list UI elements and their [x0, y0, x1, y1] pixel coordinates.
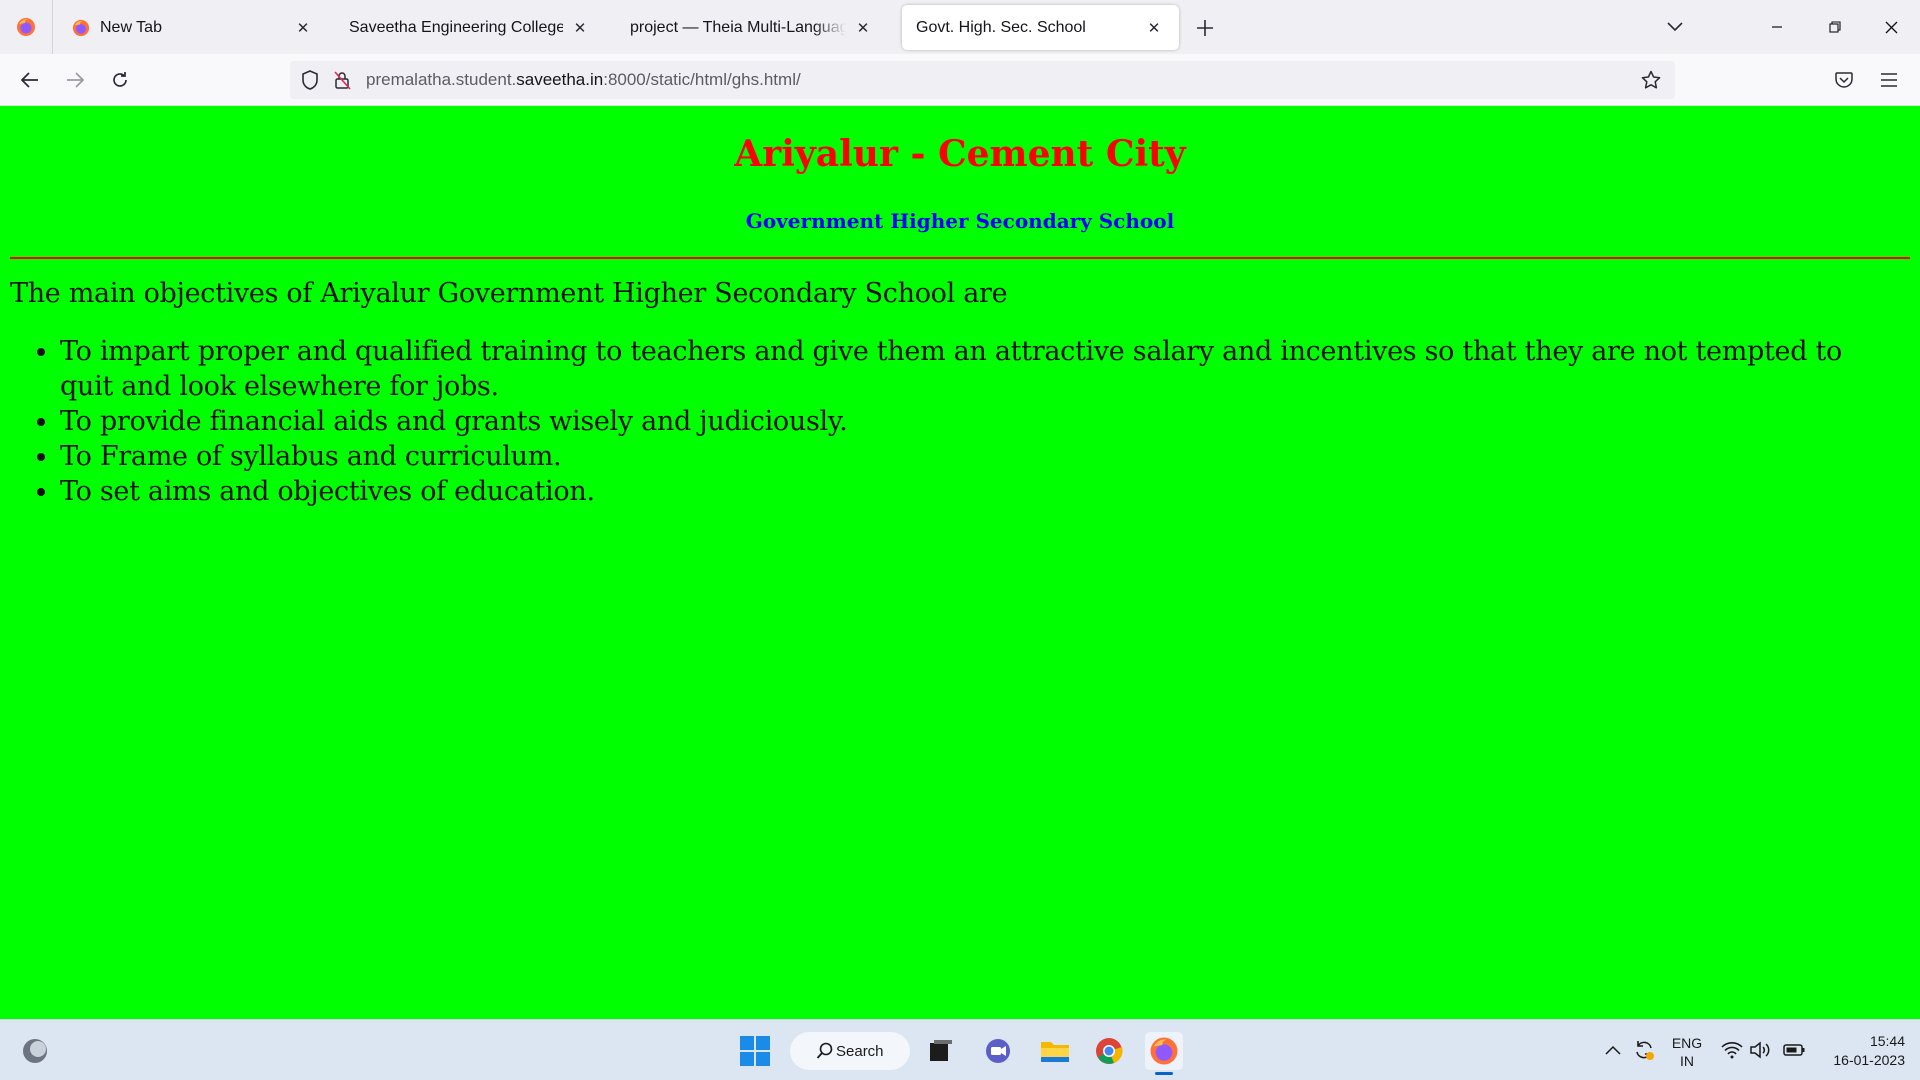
close-window-button[interactable]: [1868, 0, 1914, 54]
speaker-icon: [1750, 1041, 1770, 1059]
intro-text: The main objectives of Ariyalur Governme…: [10, 278, 1008, 309]
site-security-button[interactable]: [326, 64, 358, 96]
url-bar[interactable]: premalatha.student.saveetha.in:8000/stat…: [290, 61, 1675, 99]
reload-button[interactable]: [104, 64, 136, 96]
navigation-toolbar: premalatha.student.saveetha.in:8000/stat…: [0, 54, 1920, 106]
page-subtitle: Government Higher Secondary School: [745, 209, 1175, 233]
clock-date: 16-01-2023: [1833, 1052, 1905, 1068]
forward-button[interactable]: [59, 64, 91, 96]
tab-strip: New Tab ✕ Saveetha Engineering College ✕…: [0, 0, 1920, 54]
search-icon: [816, 1042, 833, 1059]
weather-icon: [23, 1039, 47, 1063]
chat-icon: [986, 1039, 1010, 1063]
plus-icon: [1197, 20, 1213, 36]
page-content: Ariyalur - Cement City Government Higher…: [0, 106, 1920, 1019]
task-view-icon: [930, 1040, 952, 1061]
battery-button[interactable]: [1782, 1038, 1806, 1062]
close-icon: [1885, 21, 1897, 33]
start-button[interactable]: [738, 1034, 772, 1068]
search-label: Search: [836, 1042, 884, 1060]
tab-project-theia[interactable]: project — Theia Multi-Language Ex ✕: [616, 5, 888, 50]
taskbar-search[interactable]: Search: [790, 1032, 910, 1070]
list-item: To Frame of syllabus and curriculum.: [60, 439, 1880, 474]
language-region: IN: [1680, 1053, 1694, 1069]
minimize-button[interactable]: [1754, 0, 1800, 54]
tab-govt-high-sec-school[interactable]: Govt. High. Sec. School ✕: [902, 5, 1179, 50]
restore-icon: [1829, 21, 1841, 33]
chevron-down-icon: [1667, 22, 1683, 32]
back-button[interactable]: [14, 64, 46, 96]
language-code: ENG: [1671, 1035, 1703, 1051]
firefox-icon: [1150, 1037, 1178, 1065]
pocket-icon: [1835, 72, 1853, 88]
divider: [10, 257, 1910, 259]
open-menu-button[interactable]: [1873, 64, 1905, 96]
close-tab-icon[interactable]: ✕: [1143, 17, 1165, 39]
network-button[interactable]: [1720, 1038, 1744, 1062]
clock[interactable]: 15:44 16-01-2023: [1815, 1032, 1905, 1070]
tab-new-tab[interactable]: New Tab ✕: [58, 5, 328, 50]
close-tab-icon[interactable]: ✕: [292, 17, 314, 39]
folder-icon: [1041, 1042, 1069, 1062]
pocket-button[interactable]: [1828, 64, 1860, 96]
volume-button[interactable]: [1748, 1038, 1772, 1062]
insecure-lock-icon: [334, 71, 351, 90]
list-item: To impart proper and qualified training …: [60, 334, 1880, 404]
battery-icon: [1783, 1044, 1805, 1056]
show-hidden-icons-button[interactable]: [1601, 1038, 1625, 1062]
windows-logo-icon: [740, 1036, 770, 1066]
page-title: Ariyalur - Cement City: [734, 133, 1186, 175]
chevron-up-icon: [1605, 1045, 1621, 1055]
active-app-indicator: [1155, 1072, 1173, 1075]
star-icon: [1641, 70, 1661, 89]
teams-chat-button[interactable]: [979, 1032, 1017, 1070]
task-view-button[interactable]: [922, 1032, 960, 1070]
tab-label: Govt. High. Sec. School: [916, 18, 1086, 36]
url-prefix: premalatha.student.: [366, 70, 517, 89]
hamburger-menu-icon: [1881, 73, 1897, 87]
tab-label: New Tab: [100, 18, 162, 36]
url-suffix: :8000/static/html/ghs.html/: [603, 70, 801, 89]
url-text[interactable]: premalatha.student.saveetha.in:8000/stat…: [366, 70, 801, 90]
firefox-menu-button[interactable]: [0, 0, 53, 54]
wifi-icon: [1721, 1042, 1743, 1059]
firefox-icon: [17, 18, 35, 36]
restore-button[interactable]: [1812, 0, 1858, 54]
sync-tray-button[interactable]: [1632, 1038, 1656, 1062]
list-all-tabs-button[interactable]: [1660, 12, 1690, 42]
input-language-button[interactable]: ENG IN: [1665, 1034, 1709, 1070]
tab-label: project — Theia Multi-Language Ex: [630, 18, 846, 36]
firefox-taskbar-button[interactable]: [1145, 1032, 1183, 1070]
list-item: To provide financial aids and grants wis…: [60, 404, 1880, 439]
clock-time: 15:44: [1869, 1033, 1905, 1049]
chrome-button[interactable]: [1090, 1032, 1128, 1070]
arrow-right-icon: [67, 72, 84, 88]
reload-icon: [113, 72, 127, 87]
close-tab-icon[interactable]: ✕: [852, 17, 874, 39]
sync-icon: [1636, 1041, 1654, 1060]
close-tab-icon[interactable]: ✕: [569, 17, 591, 39]
chrome-icon: [1096, 1038, 1123, 1064]
shield-icon: [302, 70, 318, 90]
weather-widget[interactable]: [20, 1036, 50, 1066]
file-explorer-button[interactable]: [1036, 1032, 1074, 1070]
arrow-left-icon: [21, 72, 38, 88]
minimize-icon: [1772, 26, 1782, 28]
tab-saveetha-engineering-college[interactable]: Saveetha Engineering College ✕: [335, 5, 605, 50]
objectives-list: To impart proper and qualified training …: [60, 334, 1880, 509]
list-item: To set aims and objectives of education.: [60, 474, 1880, 509]
taskbar: Search ENG IN 15:44 16-01-2023: [0, 1019, 1920, 1080]
new-tab-button[interactable]: [1190, 13, 1220, 43]
bookmark-button[interactable]: [1635, 64, 1667, 96]
url-host: saveetha.in: [516, 70, 604, 89]
firefox-icon: [72, 19, 90, 36]
tab-label: Saveetha Engineering College: [349, 18, 563, 36]
tracking-protection-button[interactable]: [294, 64, 326, 96]
